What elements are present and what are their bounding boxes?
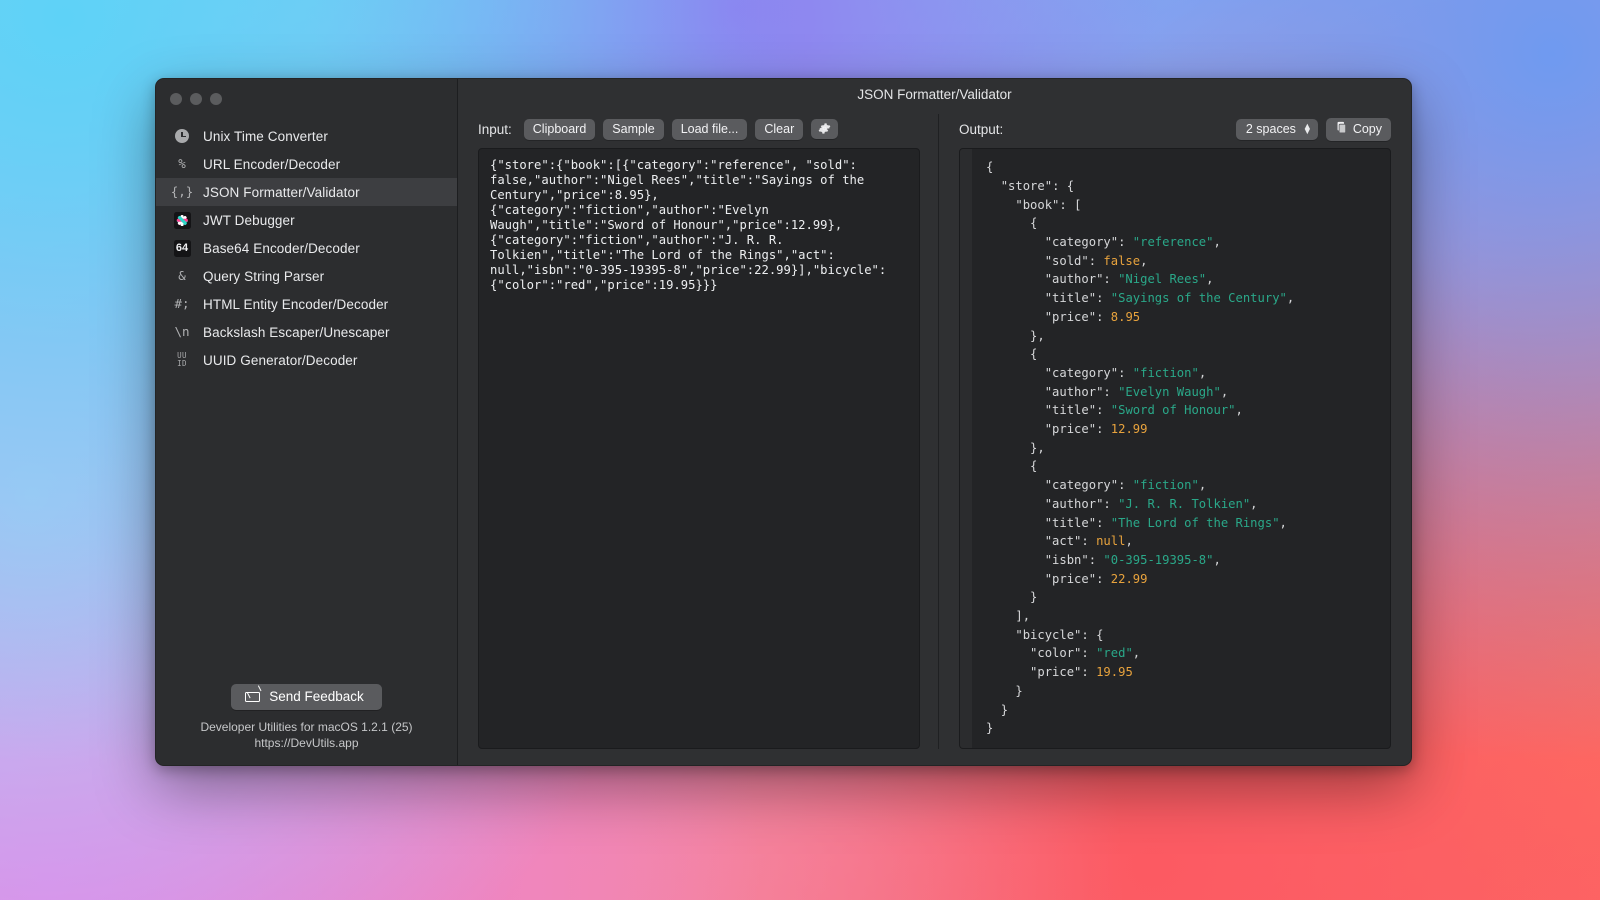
sidebar-item-backslash-escaper-unescaper[interactable]: \n Backslash Escaper/Unescaper — [156, 318, 457, 346]
gear-icon — [818, 122, 831, 135]
input-editor[interactable]: {"store":{"book":[{"category":"reference… — [478, 148, 920, 749]
envelope-icon — [245, 691, 261, 702]
page-title: JSON Formatter/Validator — [857, 87, 1012, 103]
output-label: Output: — [959, 121, 1004, 137]
backslash-n-icon: \n — [174, 323, 190, 339]
sidebar-nav-list: Unix Time Converter % URL Encoder/Decode… — [156, 119, 457, 374]
base64-icon: 64 — [172, 239, 192, 257]
send-feedback-label: Send Feedback — [269, 689, 364, 704]
app-window: Unix Time Converter % URL Encoder/Decode… — [155, 78, 1412, 766]
load-file-button[interactable]: Load file... — [671, 118, 748, 140]
input-text-value[interactable]: {"store":{"book":[{"category":"reference… — [490, 158, 908, 293]
panes-container: Input: Clipboard Sample Load file... Cle… — [458, 110, 1411, 765]
zoom-button[interactable] — [210, 93, 222, 105]
send-feedback-button[interactable]: Send Feedback — [231, 684, 382, 710]
input-toolbar: Input: Clipboard Sample Load file... Cle… — [478, 110, 920, 148]
app-version-line: Developer Utilities for macOS 1.2.1 (25) — [200, 720, 413, 734]
jwt-icon — [172, 211, 192, 229]
sidebar-item-url-encoder-decoder[interactable]: % URL Encoder/Decoder — [156, 150, 457, 178]
sidebar-item-label: Base64 Encoder/Decoder — [203, 240, 360, 256]
chevron-up-down-icon: ▲ ▼ — [1302, 120, 1312, 136]
clipboard-button[interactable]: Clipboard — [523, 118, 596, 140]
uuid-icon-bottom: ID — [177, 359, 187, 368]
app-website-line[interactable]: https://DevUtils.app — [200, 735, 412, 751]
sidebar-item-base64-encoder-decoder[interactable]: 64 Base64 Encoder/Decoder — [156, 234, 457, 262]
settings-button[interactable] — [811, 119, 839, 140]
input-label: Input: — [478, 121, 512, 137]
sidebar-item-query-string-parser[interactable]: & Query String Parser — [156, 262, 457, 290]
braces-icon: {,} — [170, 183, 194, 199]
sidebar-item-json-formatter-validator[interactable]: {,} JSON Formatter/Validator — [156, 178, 457, 206]
copy-button-label: Copy — [1352, 121, 1382, 136]
sidebar-item-jwt-debugger[interactable]: JWT Debugger — [156, 206, 457, 234]
clock-icon — [172, 127, 192, 145]
output-toolbar: Output: 2 spaces ▲ ▼ Copy — [959, 110, 1391, 148]
ampersand-icon: & — [178, 267, 186, 283]
content-area: JSON Formatter/Validator Input: Clipboar… — [458, 79, 1411, 765]
sample-button[interactable]: Sample — [603, 118, 664, 140]
percent-icon: % — [178, 155, 186, 171]
traffic-lights — [156, 79, 457, 119]
minimize-button[interactable] — [190, 93, 202, 105]
input-pane: Input: Clipboard Sample Load file... Cle… — [458, 110, 938, 749]
indent-select-value: 2 spaces — [1245, 121, 1296, 136]
output-editor[interactable]: { "store": { "book": [ { "category": "re… — [959, 148, 1391, 749]
output-gutter — [960, 149, 972, 748]
sidebar-item-label: URL Encoder/Decoder — [203, 156, 341, 172]
sidebar-item-label: HTML Entity Encoder/Decoder — [203, 296, 389, 312]
close-button[interactable] — [170, 93, 182, 105]
sidebar-item-html-entity-encoder-decoder[interactable]: #; HTML Entity Encoder/Decoder — [156, 290, 457, 318]
sidebar-item-label: Backslash Escaper/Unescaper — [203, 324, 390, 340]
app-version-info: Developer Utilities for macOS 1.2.1 (25)… — [200, 719, 412, 751]
sidebar-item-label: Query String Parser — [203, 268, 325, 284]
hash-semicolon-icon: #; — [174, 295, 190, 311]
clear-button[interactable]: Clear — [755, 118, 804, 140]
sidebar-footer: Send Feedback Developer Utilities for ma… — [156, 684, 457, 751]
sidebar-item-label: UUID Generator/Decoder — [203, 352, 358, 368]
sidebar-item-label: Unix Time Converter — [203, 128, 328, 144]
sidebar-item-unix-time-converter[interactable]: Unix Time Converter — [156, 122, 457, 150]
clipboard-icon — [1335, 121, 1347, 137]
copy-button[interactable]: Copy — [1325, 117, 1391, 141]
sidebar-item-uuid-generator-decoder[interactable]: UU ID UUID Generator/Decoder — [156, 346, 457, 374]
output-json-text: { "store": { "book": [ { "category": "re… — [986, 160, 1295, 736]
indent-select[interactable]: 2 spaces ▲ ▼ — [1235, 118, 1318, 140]
sidebar-item-label: JWT Debugger — [203, 212, 295, 228]
window-titlebar: JSON Formatter/Validator — [458, 79, 1411, 110]
output-pane: Output: 2 spaces ▲ ▼ Copy {"store": {"… — [939, 110, 1411, 749]
sidebar: Unix Time Converter % URL Encoder/Decode… — [156, 79, 458, 765]
uuid-icon: UU ID — [172, 351, 192, 369]
sidebar-item-label: JSON Formatter/Validator — [203, 184, 360, 200]
